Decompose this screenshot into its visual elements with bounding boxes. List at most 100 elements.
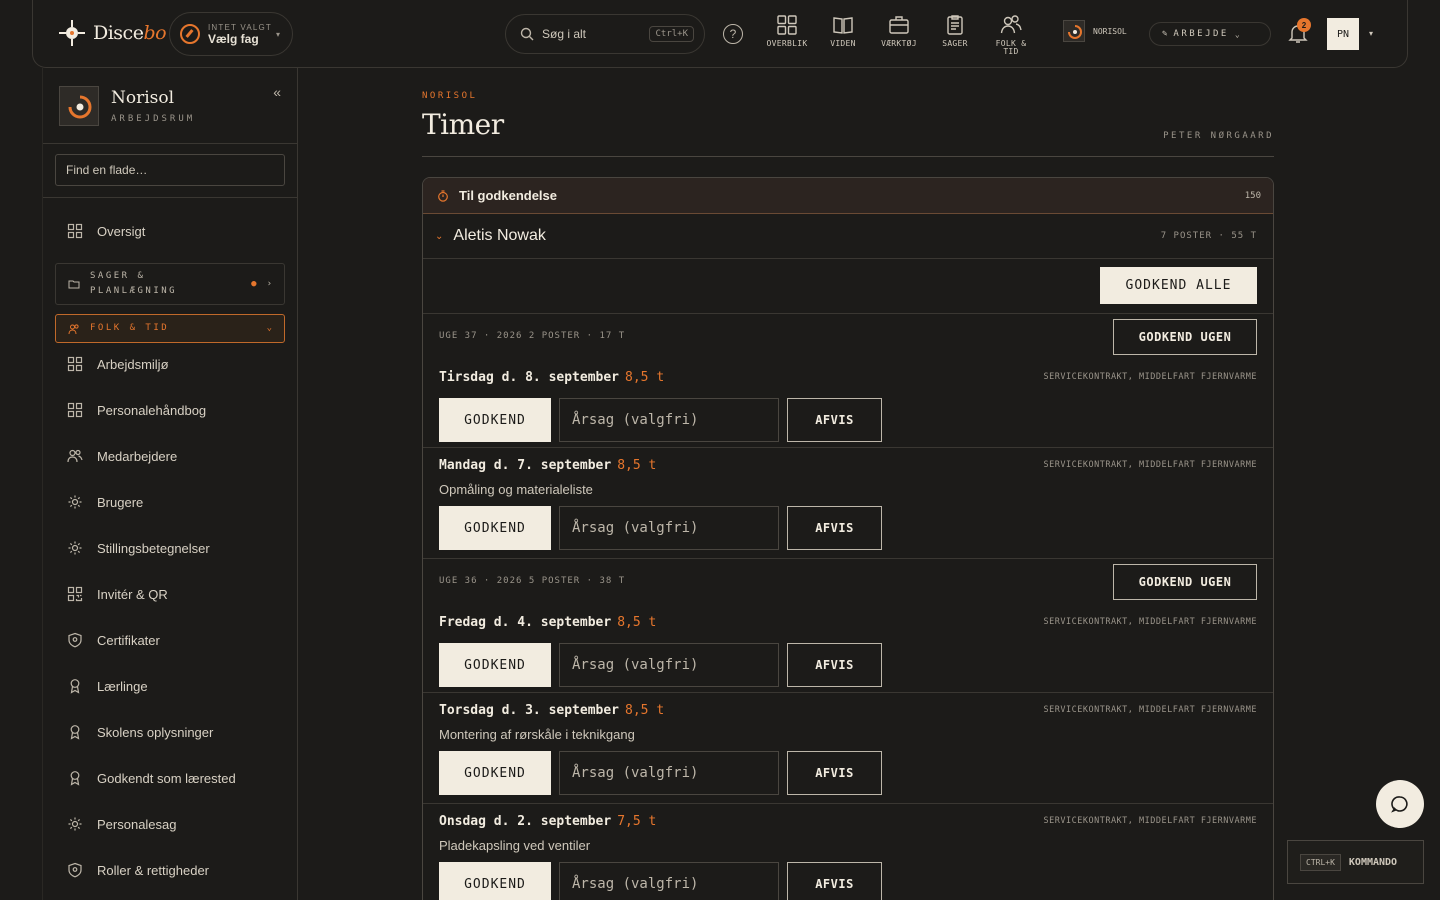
stopwatch-icon	[438, 189, 448, 202]
shield-icon	[68, 862, 82, 878]
chevron-down-icon[interactable]: ▾	[1369, 29, 1373, 38]
approval-panel: Til godkendelse 150 ⌄ Aletis Nowak 7 POS…	[422, 177, 1274, 900]
sidebar-group-sager-planlaegning[interactable]: SAGER & PLANLÆGNING ● ›	[55, 263, 285, 305]
people-icon	[67, 449, 83, 463]
sidebar-item-personalehåndbog[interactable]: Personalehåndbog	[67, 400, 206, 420]
nav-viden[interactable]: VIDEN	[815, 14, 871, 56]
trade-select[interactable]: INTET VALGT Vælg fag ▾	[169, 12, 293, 56]
entry-hours: 8,5 t	[617, 615, 657, 630]
entry-project: SERVICEKONTRAKT, MIDDELFART FJERNVARME	[1043, 816, 1257, 826]
logo-mark-icon	[57, 18, 87, 48]
ribbon-icon	[70, 725, 80, 740]
find-surface-input[interactable]: Find en flade…	[55, 154, 285, 186]
collapse-sidebar-button[interactable]: «	[273, 84, 281, 100]
nav-folk-tid[interactable]: FOLK & TID	[983, 14, 1039, 56]
approve-button[interactable]: GODKEND	[439, 751, 551, 795]
approval-panel-header: Til godkendelse 150	[423, 178, 1273, 214]
sidebar-item-invit-r-qr[interactable]: Invitér & QR	[67, 584, 168, 604]
global-search[interactable]: Søg i alt Ctrl+K	[505, 14, 705, 54]
page-title: Timer	[422, 108, 504, 141]
sidebar-item-label: Medarbejdere	[97, 448, 178, 464]
entry-note: Opmåling og materialeliste	[439, 482, 593, 497]
sidebar-item-stillingsbetegnelser[interactable]: Stillingsbetegnelser	[67, 538, 210, 558]
sidebar-item-roller-rettigheder[interactable]: Roller & rettigheder	[67, 860, 209, 880]
approve-all-button[interactable]: GODKEND ALLE	[1100, 267, 1257, 304]
workspace-header: Norisol ARBEJDSRUM «	[43, 68, 297, 144]
sidebar-item-arbejdsmiljø[interactable]: Arbejdsmiljø	[67, 354, 169, 374]
sidebar-item-brugere[interactable]: Brugere	[67, 492, 143, 512]
time-entry-row: Mandag d. 7. september 8,5 t SERVICEKONTRA…	[423, 448, 1273, 559]
sidebar-item-label: Invitér & QR	[97, 586, 168, 602]
ribbon-icon	[70, 679, 80, 694]
reason-input[interactable]: Årsag (valgfri)	[559, 862, 779, 900]
chevron-down-icon[interactable]: ⌄	[435, 231, 443, 242]
sidebar-item-certifikater[interactable]: Certifikater	[67, 630, 160, 650]
approve-button[interactable]: GODKEND	[439, 398, 551, 442]
mode-label: ARBEJDE	[1173, 29, 1229, 39]
reason-input[interactable]: Årsag (valgfri)	[559, 643, 779, 687]
reject-button[interactable]: AFVIS	[787, 862, 882, 900]
nav-overblik[interactable]: OVERBLIK	[759, 14, 815, 56]
approve-week-button[interactable]: GODKEND UGEN	[1113, 319, 1257, 355]
approve-button[interactable]: GODKEND	[439, 862, 551, 900]
command-shortcut: CTRL+K	[1300, 853, 1341, 871]
mode-switcher[interactable]: ✎ ARBEJDE ⌄	[1149, 22, 1271, 46]
reason-input[interactable]: Årsag (valgfri)	[559, 751, 779, 795]
org-logo-icon	[1063, 20, 1085, 42]
entry-date: Fredag d. 4. september 8,5 t	[439, 615, 657, 630]
org-switcher[interactable]: NORISOL	[1063, 20, 1127, 42]
reject-button[interactable]: AFVIS	[787, 506, 882, 550]
chat-bubble-icon	[1391, 796, 1408, 813]
nav-label: SAGER	[942, 39, 968, 48]
sidebar-item-godkendt-som-lærested[interactable]: Godkendt som lærested	[67, 768, 236, 788]
logo[interactable]: Discebo	[57, 18, 167, 48]
divider	[43, 197, 298, 198]
sidebar-item-personalesag[interactable]: Personalesag	[67, 814, 177, 834]
entry-project: SERVICEKONTRAKT, MIDDELFART FJERNVARME	[1043, 460, 1257, 470]
help-button[interactable]: ?	[723, 24, 743, 44]
employee-row[interactable]: ⌄ Aletis Nowak 7 POSTER · 55 T	[423, 214, 1273, 259]
workspace-name: Norisol	[111, 88, 175, 108]
sidebar-item-label: Godkendt som lærested	[97, 770, 236, 786]
reason-input[interactable]: Årsag (valgfri)	[559, 398, 779, 442]
sidebar-item-label: Skolens oplysninger	[97, 724, 214, 740]
sidebar-group-folk-tid[interactable]: FOLK & TID ⌄	[55, 314, 285, 343]
sidebar-item-label: Personalesag	[97, 816, 177, 832]
trade-select-value: Vælg fag	[208, 31, 259, 46]
week-header: UGE 37 · 2026 2 POSTER · 17 T GODKEND UGE…	[423, 314, 1273, 355]
approve-button[interactable]: GODKEND	[439, 643, 551, 687]
chat-button[interactable]	[1376, 780, 1424, 828]
approve-week-button[interactable]: GODKEND UGEN	[1113, 564, 1257, 600]
group-label: SAGER & PLANLÆGNING	[90, 271, 178, 296]
wrench-icon: ✎	[1162, 29, 1168, 39]
status-dot-icon: ●	[251, 278, 257, 289]
entry-hours: 8,5 t	[625, 370, 665, 385]
page-eyebrow: NORISOL	[422, 91, 478, 101]
workspace-logo-icon	[59, 86, 99, 126]
briefcase-icon	[889, 16, 909, 34]
sidebar-item-label: Stillingsbetegnelser	[97, 540, 210, 556]
nav-sager[interactable]: SAGER	[927, 14, 983, 56]
reason-input[interactable]: Årsag (valgfri)	[559, 506, 779, 550]
sun-icon	[68, 495, 82, 509]
sidebar-item-medarbejdere[interactable]: Medarbejdere	[67, 446, 177, 466]
ribbon-icon	[70, 771, 80, 786]
sidebar-item-label: Roller & rettigheder	[97, 862, 209, 878]
chevron-down-icon: ⌄	[266, 323, 272, 333]
search-icon	[520, 27, 534, 41]
reject-button[interactable]: AFVIS	[787, 751, 882, 795]
sun-icon	[68, 541, 82, 555]
sidebar-item-skolens-oplysninger[interactable]: Skolens oplysninger	[67, 722, 213, 742]
grid-icon	[777, 15, 797, 35]
logo-text: Discebo	[93, 22, 167, 44]
approve-button[interactable]: GODKEND	[439, 506, 551, 550]
chevron-down-icon: ⌄	[1234, 29, 1240, 39]
avatar[interactable]: PN	[1327, 18, 1359, 50]
command-palette-button[interactable]: CTRL+K KOMMANDO	[1287, 840, 1424, 884]
time-entry-row: Tirsdag d. 8. september 8,5 t SERVICEKONTR…	[423, 354, 1273, 448]
reject-button[interactable]: AFVIS	[787, 643, 882, 687]
nav-vaerktoej[interactable]: VÆRKTØJ	[871, 14, 927, 56]
sidebar-item-oversigt[interactable]: Oversigt	[67, 221, 145, 241]
sidebar-item-lærlinge[interactable]: Lærlinge	[67, 676, 148, 696]
reject-button[interactable]: AFVIS	[787, 398, 882, 442]
